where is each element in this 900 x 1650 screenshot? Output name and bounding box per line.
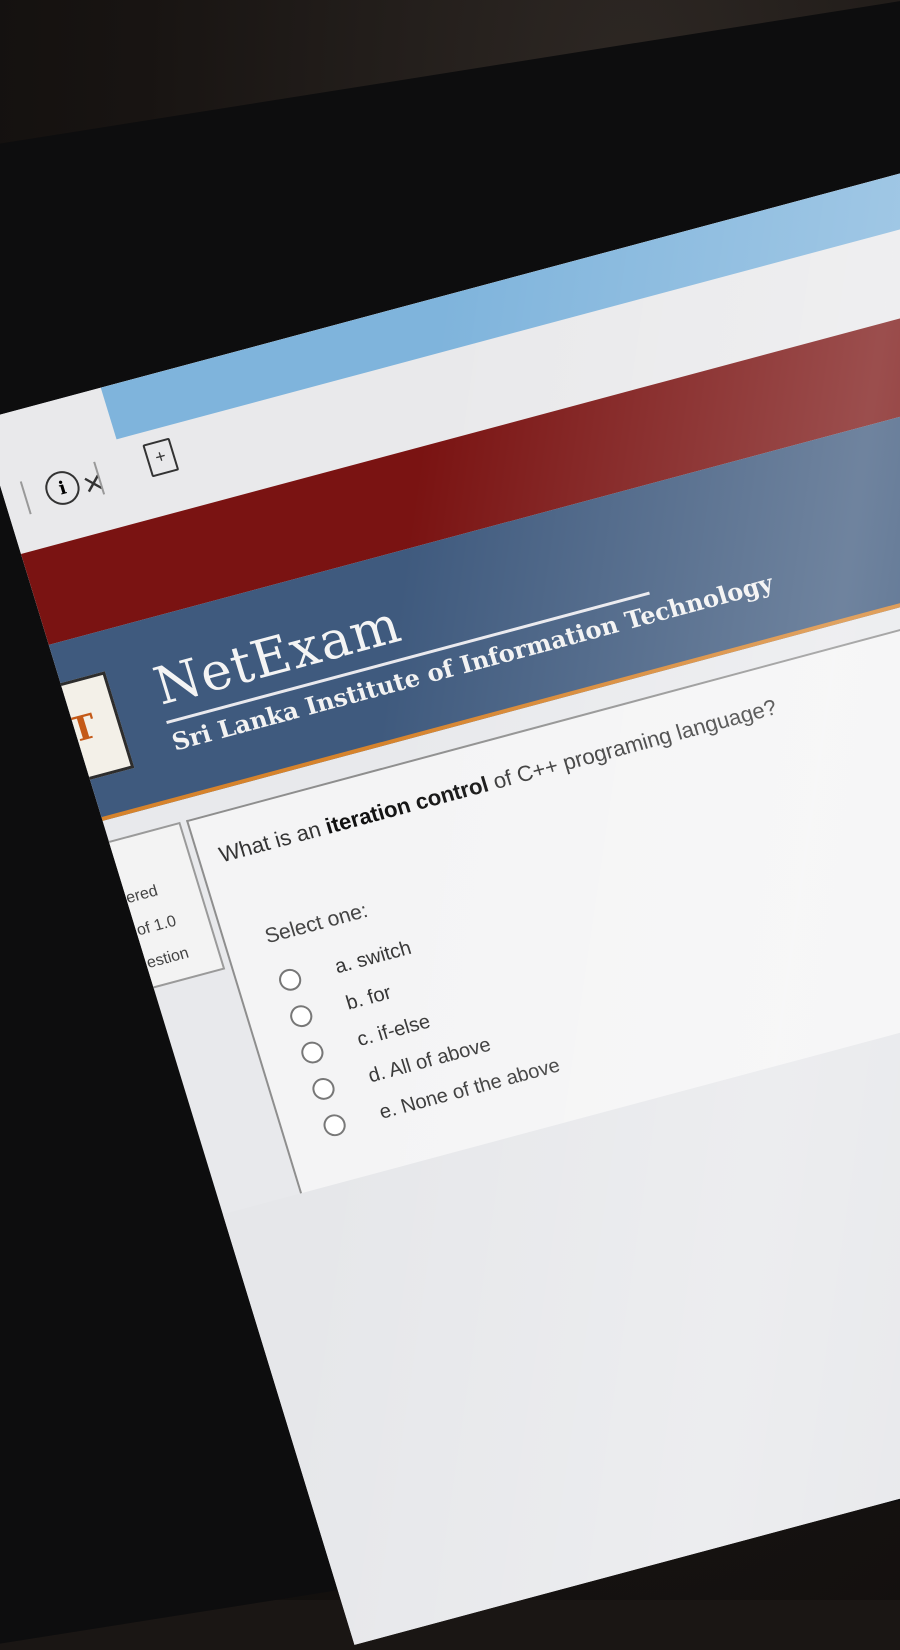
answer-options: a. switch b. for c. if-else d. All of ab… [274, 901, 565, 1146]
answer-label: b. for [343, 981, 394, 1015]
radio-button[interactable] [287, 1002, 316, 1030]
select-one-label: Select one: [262, 898, 371, 949]
radio-button[interactable] [309, 1075, 338, 1103]
question-keyword: iteration control [322, 771, 492, 839]
question-suffix: of C++ programing language? [484, 694, 780, 796]
radio-button[interactable] [298, 1039, 327, 1066]
question-prefix: What is an [216, 814, 330, 868]
radio-button[interactable] [276, 966, 304, 994]
radio-button[interactable] [320, 1111, 349, 1139]
